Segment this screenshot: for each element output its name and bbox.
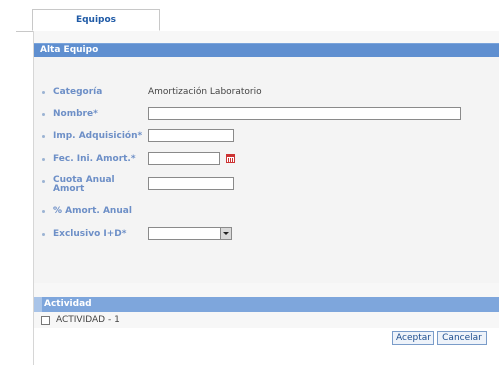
tab-equipos[interactable]: Equipos [32,9,160,31]
bullet-icon [42,233,45,236]
cuota-anual-amort-input[interactable] [148,177,234,190]
calendar-icon[interactable] [226,154,235,163]
categoria-label: Categoría [53,87,103,97]
categoria-value: Amortización Laboratorio [148,87,262,97]
exclusivo-id-label: Exclusivo I+D* [53,229,127,239]
fec-ini-amort-label: Fec. Ini. Amort.* [53,154,136,164]
bullet-icon [42,158,45,161]
imp-adquisicion-label: Imp. Adquisición* [53,131,143,141]
row-exclusivo-id: Exclusivo I+D* [34,227,499,245]
nombre-input[interactable] [148,107,461,120]
activity-header-title: Actividad [42,297,499,312]
bullet-icon [42,135,45,138]
bullet-icon [42,210,45,213]
row-cuota-anual-amort: Cuota Anual Amort [34,175,499,197]
form-title: Alta Equipo [34,43,499,58]
exclusivo-id-select[interactable] [148,227,232,240]
pct-amort-anual-label: % Amort. Anual [53,206,132,216]
cuota-anual-label-line2: Amort [53,184,85,194]
row-categoria: Categoría Amortización Laboratorio [34,87,499,105]
activity-header: Actividad [34,297,499,312]
nombre-label: Nombre* [53,109,98,119]
bullet-icon [42,113,45,116]
bullet-icon [42,91,45,94]
fec-ini-amort-input[interactable] [148,152,220,165]
form-panel: Alta Equipo Categoría Amortización Labor… [33,31,499,365]
activity-checkbox[interactable] [41,316,50,325]
row-nombre: Nombre* [34,107,499,125]
bullet-icon [42,180,45,183]
aceptar-button[interactable]: Aceptar [392,331,434,345]
imp-adquisicion-input[interactable] [148,129,234,142]
chevron-down-icon[interactable] [220,228,231,239]
activity-label: ACTIVIDAD - 1 [56,315,120,325]
list-item: ACTIVIDAD - 1 [34,314,499,328]
row-pct-amort-anual: % Amort. Anual [34,206,499,224]
cancelar-button[interactable]: Cancelar [437,331,487,345]
row-fec-ini-amort: Fec. Ini. Amort.* [34,152,499,170]
alta-equipo-form: Categoría Amortización Laboratorio Nombr… [34,57,499,283]
tab-strip: Equipos [16,9,499,32]
row-imp-adquisicion: Imp. Adquisición* [34,129,499,147]
